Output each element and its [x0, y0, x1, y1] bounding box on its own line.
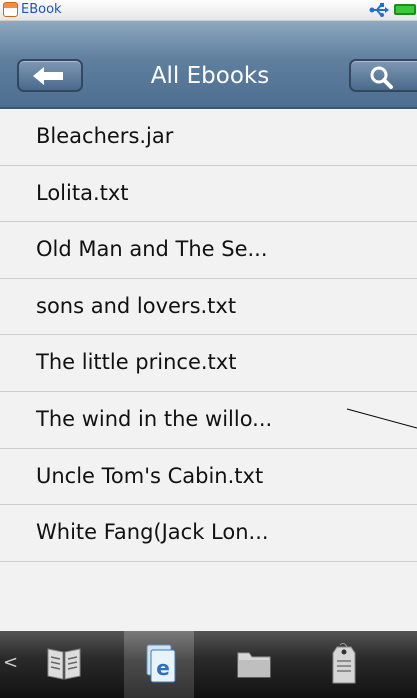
back-arrow-icon	[33, 67, 63, 85]
list-item[interactable]: Lolita.txt	[0, 165, 417, 223]
search-icon	[370, 66, 393, 89]
ebook-library-icon: e	[146, 644, 176, 683]
ebook-list: Bleachers.jar Lolita.txt Old Man and The…	[0, 109, 417, 562]
book-title: Lolita.txt	[36, 180, 129, 205]
toolbar-tags-button[interactable]	[308, 631, 378, 698]
page-title: All Ebooks	[150, 63, 270, 89]
book-title: Bleachers.jar	[36, 124, 174, 148]
book-title: White Fang(Jack Lon...	[36, 520, 269, 545]
book-title: The little prince.txt	[36, 350, 237, 375]
list-item[interactable]: The wind in the willo...	[0, 391, 417, 449]
book-title: sons and lovers.txt	[36, 293, 237, 318]
toolbar-reader-button[interactable]	[28, 631, 98, 698]
status-app-title: EBook	[21, 2, 62, 17]
toolbar-files-button[interactable]	[218, 631, 288, 698]
tags-icon	[332, 643, 356, 684]
search-button[interactable]	[349, 59, 417, 92]
book-title: Uncle Tom's Cabin.txt	[36, 463, 264, 488]
toolbar-library-button[interactable]: e	[124, 631, 194, 698]
bottom-toolbar: < e	[0, 631, 417, 698]
battery-icon	[394, 4, 416, 15]
open-book-icon	[47, 648, 81, 680]
folder-icon	[237, 652, 271, 678]
list-item[interactable]: White Fang(Jack Lon...	[0, 505, 417, 562]
book-title: The wind in the willo...	[36, 406, 273, 431]
book-title: Old Man and The Se...	[36, 237, 268, 262]
list-item[interactable]: sons and lovers.txt	[0, 278, 417, 336]
header-bar: All Ebooks	[0, 21, 417, 109]
list-item[interactable]: Uncle Tom's Cabin.txt	[0, 448, 417, 506]
list-item[interactable]: Bleachers.jar	[0, 109, 417, 166]
status-bar: EBook	[0, 0, 417, 21]
usb-icon	[369, 3, 389, 17]
back-button[interactable]	[17, 59, 83, 92]
svg-text:e: e	[156, 656, 170, 680]
ebook-app-icon	[3, 2, 18, 17]
list-item[interactable]: The little prince.txt	[0, 335, 417, 392]
list-item[interactable]: Old Man and The Se...	[0, 222, 417, 279]
toolbar-left-arrow[interactable]: <	[3, 653, 18, 673]
